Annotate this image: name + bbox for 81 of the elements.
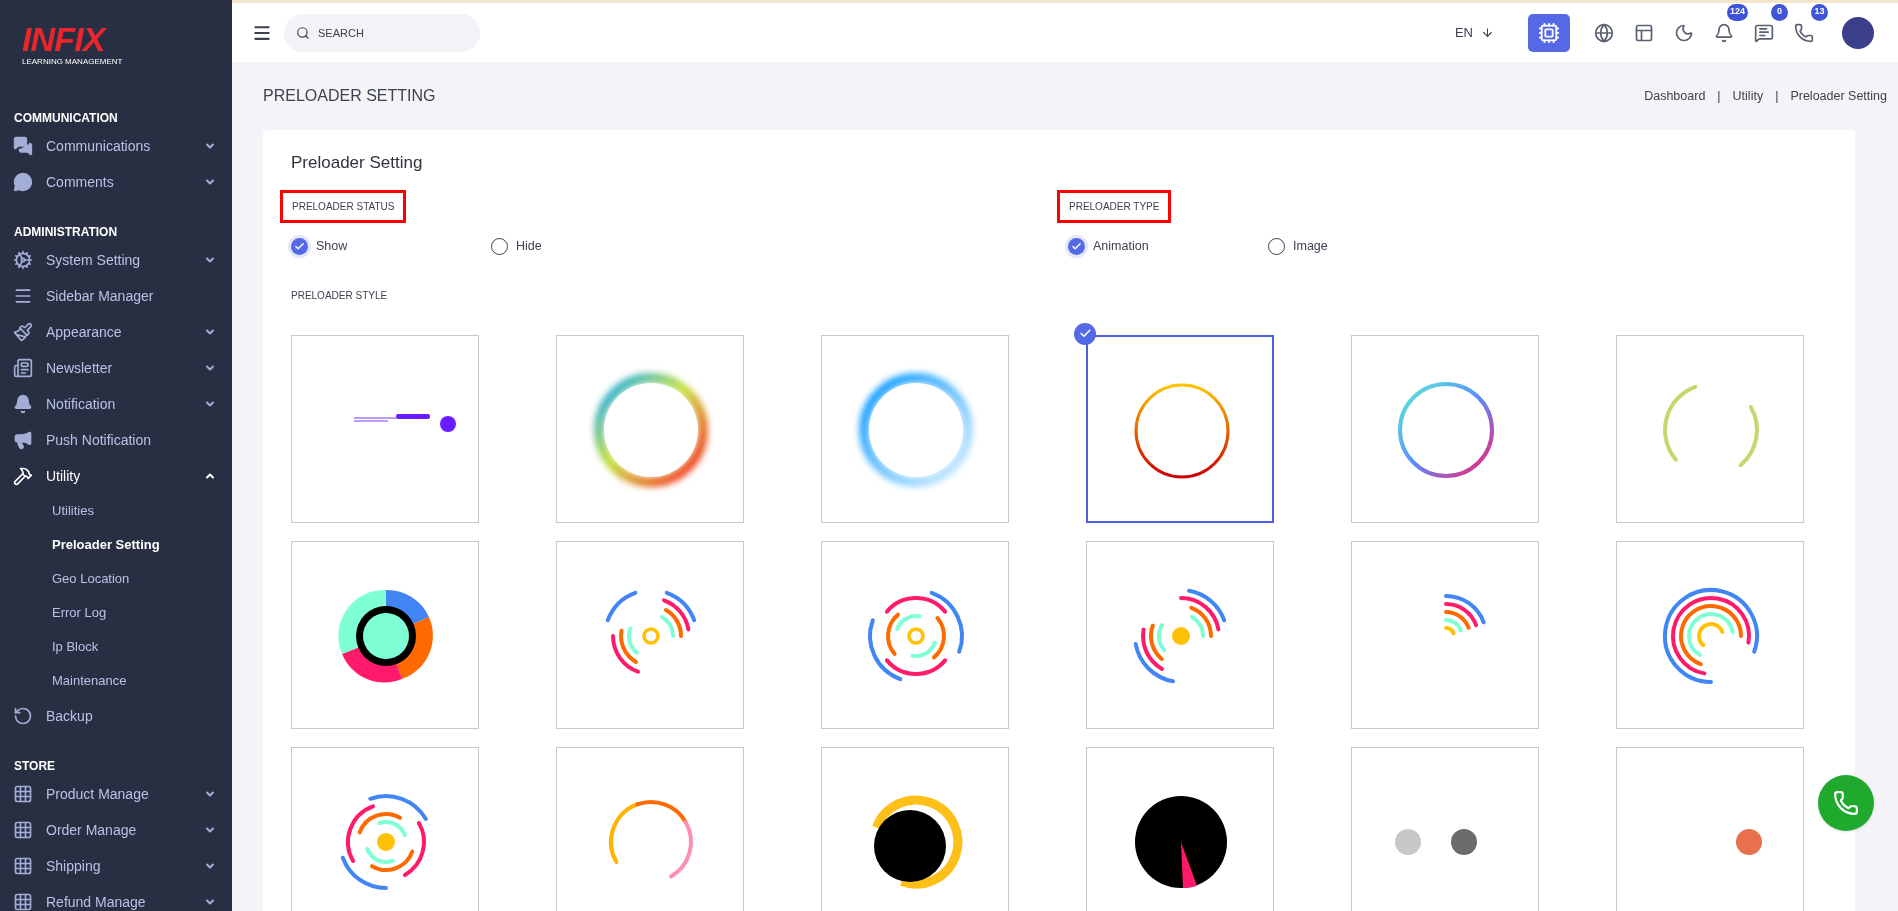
breadcrumb-separator: | (1717, 87, 1721, 105)
preloader-style-option[interactable] (821, 746, 1009, 911)
radio-option[interactable]: Image (1268, 237, 1468, 256)
logo-text: INFIX (22, 22, 105, 56)
sidebar-item[interactable]: Notification (0, 386, 232, 422)
ai-chip-button[interactable] (1528, 13, 1570, 52)
comment-icon (13, 172, 33, 192)
newsletter-icon (13, 358, 33, 378)
globe-icon (1594, 22, 1614, 43)
sidebar-item[interactable]: Backup (0, 698, 232, 734)
submenu-item[interactable]: Preloader Setting (0, 528, 232, 562)
field-label: PRELOADER STATUS (280, 190, 407, 223)
breadcrumb-link[interactable]: Preloader Setting (1790, 86, 1887, 106)
brush-icon (13, 322, 33, 342)
sidebar-item[interactable]: Push Notification (0, 422, 232, 458)
count-badge: 124 (1726, 3, 1748, 21)
sidebar-item[interactable]: Newsletter (0, 350, 232, 386)
grid-icon (13, 820, 33, 840)
breadcrumb-link[interactable]: Utility (1732, 86, 1764, 106)
radio-option[interactable]: Hide (491, 237, 691, 256)
sidebar-item[interactable]: Product Manage (0, 776, 232, 812)
search-field[interactable]: SEARCH (284, 13, 480, 52)
check-badge (1074, 322, 1096, 345)
list-icon (13, 286, 33, 306)
sidebar-item[interactable]: Appearance (0, 314, 232, 350)
sidebar-item[interactable]: System Setting (0, 242, 232, 278)
submenu-item[interactable]: Error Log (0, 596, 232, 630)
sidebar-item[interactable]: Shipping (0, 848, 232, 884)
sidebar-item[interactable]: Refund Manage (0, 884, 232, 911)
logo-tagline: LEARNING MANAGEMENT (22, 56, 123, 68)
phone-chat-icon (1833, 790, 1859, 816)
grid-icon (13, 856, 33, 876)
spinner-drawing (1736, 828, 1762, 855)
sidebar-item[interactable]: Sidebar Manager (0, 278, 232, 314)
layout-icon (1634, 22, 1654, 43)
chip-icon (1538, 21, 1560, 44)
whatsapp-button[interactable] (1818, 775, 1874, 831)
phone-chat-button[interactable] (1793, 21, 1815, 44)
check-icon (1071, 240, 1082, 252)
section-heading: ADMINISTRATION (13, 224, 118, 241)
section-heading: STORE (13, 758, 56, 775)
sidebar-item[interactable]: Communications (0, 128, 232, 164)
preloader-style-option[interactable] (1086, 746, 1274, 911)
megaphone-icon (13, 430, 33, 450)
bell-icon (13, 394, 33, 414)
grid-icon (13, 892, 33, 911)
moon-icon (1674, 22, 1694, 43)
phone-chat-icon (1794, 22, 1814, 43)
page-title: PRELOADER SETTING (263, 86, 436, 106)
bell-icon (1714, 22, 1734, 43)
count-badge: 13 (1811, 3, 1828, 21)
submenu-item[interactable]: Maintenance (0, 664, 232, 698)
breadcrumb-separator: | (1775, 87, 1779, 105)
search-icon (296, 25, 310, 40)
check-icon (294, 240, 305, 252)
hammer-icon (13, 466, 33, 486)
sidebar-item[interactable]: Comments (0, 164, 232, 200)
field-label: PRELOADER TYPE (1057, 190, 1172, 223)
radio-option[interactable]: Show (291, 237, 491, 256)
bell-button[interactable] (1713, 21, 1735, 44)
grid-icon (13, 784, 33, 804)
sidebar-item[interactable]: Utility (0, 458, 232, 494)
card-title: Preloader Setting (291, 152, 424, 174)
submenu-item[interactable]: Utilities (0, 494, 232, 528)
breadcrumb-link[interactable]: Dashboard (1644, 86, 1706, 106)
preloader-style-option[interactable] (291, 540, 479, 729)
undo-icon (13, 706, 33, 726)
submenu-item[interactable]: Geo Location (0, 562, 232, 596)
message-icon (1754, 22, 1774, 43)
sidebar-item[interactable]: Order Manage (0, 812, 232, 848)
chat-bubbles-icon (13, 136, 33, 156)
count-badge: 0 (1771, 3, 1788, 21)
field-label: PRELOADER STYLE (291, 288, 388, 303)
submenu-item[interactable]: Ip Block (0, 630, 232, 664)
avatar[interactable] (1842, 16, 1874, 49)
spinner-drawing (1444, 593, 1486, 636)
section-heading: COMMUNICATION (13, 110, 118, 127)
arrow-down-icon (1481, 26, 1494, 39)
language-button[interactable]: EN (1454, 22, 1494, 43)
radio-option[interactable]: Animation (1068, 237, 1268, 256)
gears-icon (13, 250, 33, 270)
